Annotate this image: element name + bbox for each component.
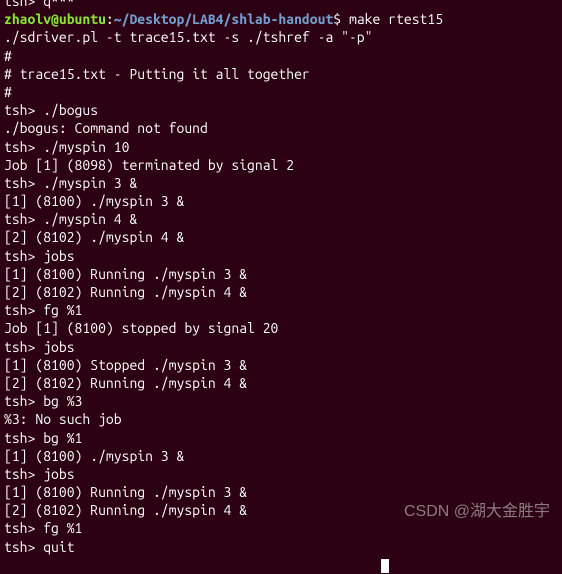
output-line: tsh> bg %3 xyxy=(4,392,558,410)
cursor-icon xyxy=(381,559,389,573)
output-line: Job [1] (8098) terminated by signal 2 xyxy=(4,156,558,174)
output-line: [2] (8102) ./myspin 4 & xyxy=(4,228,558,246)
prompt-colon: : xyxy=(106,11,114,27)
output-line: [1] (8100) Running ./myspin 3 & xyxy=(4,483,558,501)
output-line: ./bogus: Command not found xyxy=(4,119,558,137)
output-line: tsh> fg %1 xyxy=(4,301,558,319)
output-line: [1] (8100) ./myspin 3 & xyxy=(4,192,558,210)
output-line: tsh> ./myspin 4 & xyxy=(4,210,558,228)
output-line: tsh> jobs xyxy=(4,338,558,356)
shell-prompt-line: zhaolv@ubuntu:~/Desktop/LAB4/shlab-hando… xyxy=(4,10,558,28)
output-line: tsh> bg %1 xyxy=(4,429,558,447)
output-line: ./sdriver.pl -t trace15.txt -s ./tshref … xyxy=(4,28,558,46)
output-line: [2] (8102) Running ./myspin 4 & xyxy=(4,501,558,519)
output-line: %3: No such job xyxy=(4,410,558,428)
prompt-dollar: $ xyxy=(333,11,349,27)
output-line: tsh> ./myspin 3 & xyxy=(4,174,558,192)
output-line: [1] (8100) Running ./myspin 3 & xyxy=(4,265,558,283)
output-line: tsh> jobs xyxy=(4,465,558,483)
output-line: Job [1] (8100) stopped by signal 20 xyxy=(4,319,558,337)
cursor-line[interactable] xyxy=(4,556,558,574)
output-line: [1] (8100) Stopped ./myspin 3 & xyxy=(4,356,558,374)
prompt-path: ~/Desktop/LAB4/shlab-handout xyxy=(114,11,334,27)
output-line: tsh> ./myspin 10 xyxy=(4,138,558,156)
output-line: # trace15.txt - Putting it all together xyxy=(4,65,558,83)
partial-line: tsh> q*** xyxy=(4,0,558,10)
output-line: tsh> jobs xyxy=(4,247,558,265)
output-line: # xyxy=(4,83,558,101)
output-line: # xyxy=(4,47,558,65)
output-line: [2] (8102) Running ./myspin 4 & xyxy=(4,283,558,301)
output-line: tsh> fg %1 xyxy=(4,519,558,537)
terminal-output: tsh> q*** zhaolv@ubuntu:~/Desktop/LAB4/s… xyxy=(4,0,558,574)
prompt-user: zhaolv@ubuntu xyxy=(4,11,106,27)
command-text: make rtest15 xyxy=(349,11,443,27)
output-line: tsh> ./bogus xyxy=(4,101,558,119)
output-line: [2] (8102) Running ./myspin 4 & xyxy=(4,374,558,392)
output-line: [1] (8100) ./myspin 3 & xyxy=(4,447,558,465)
